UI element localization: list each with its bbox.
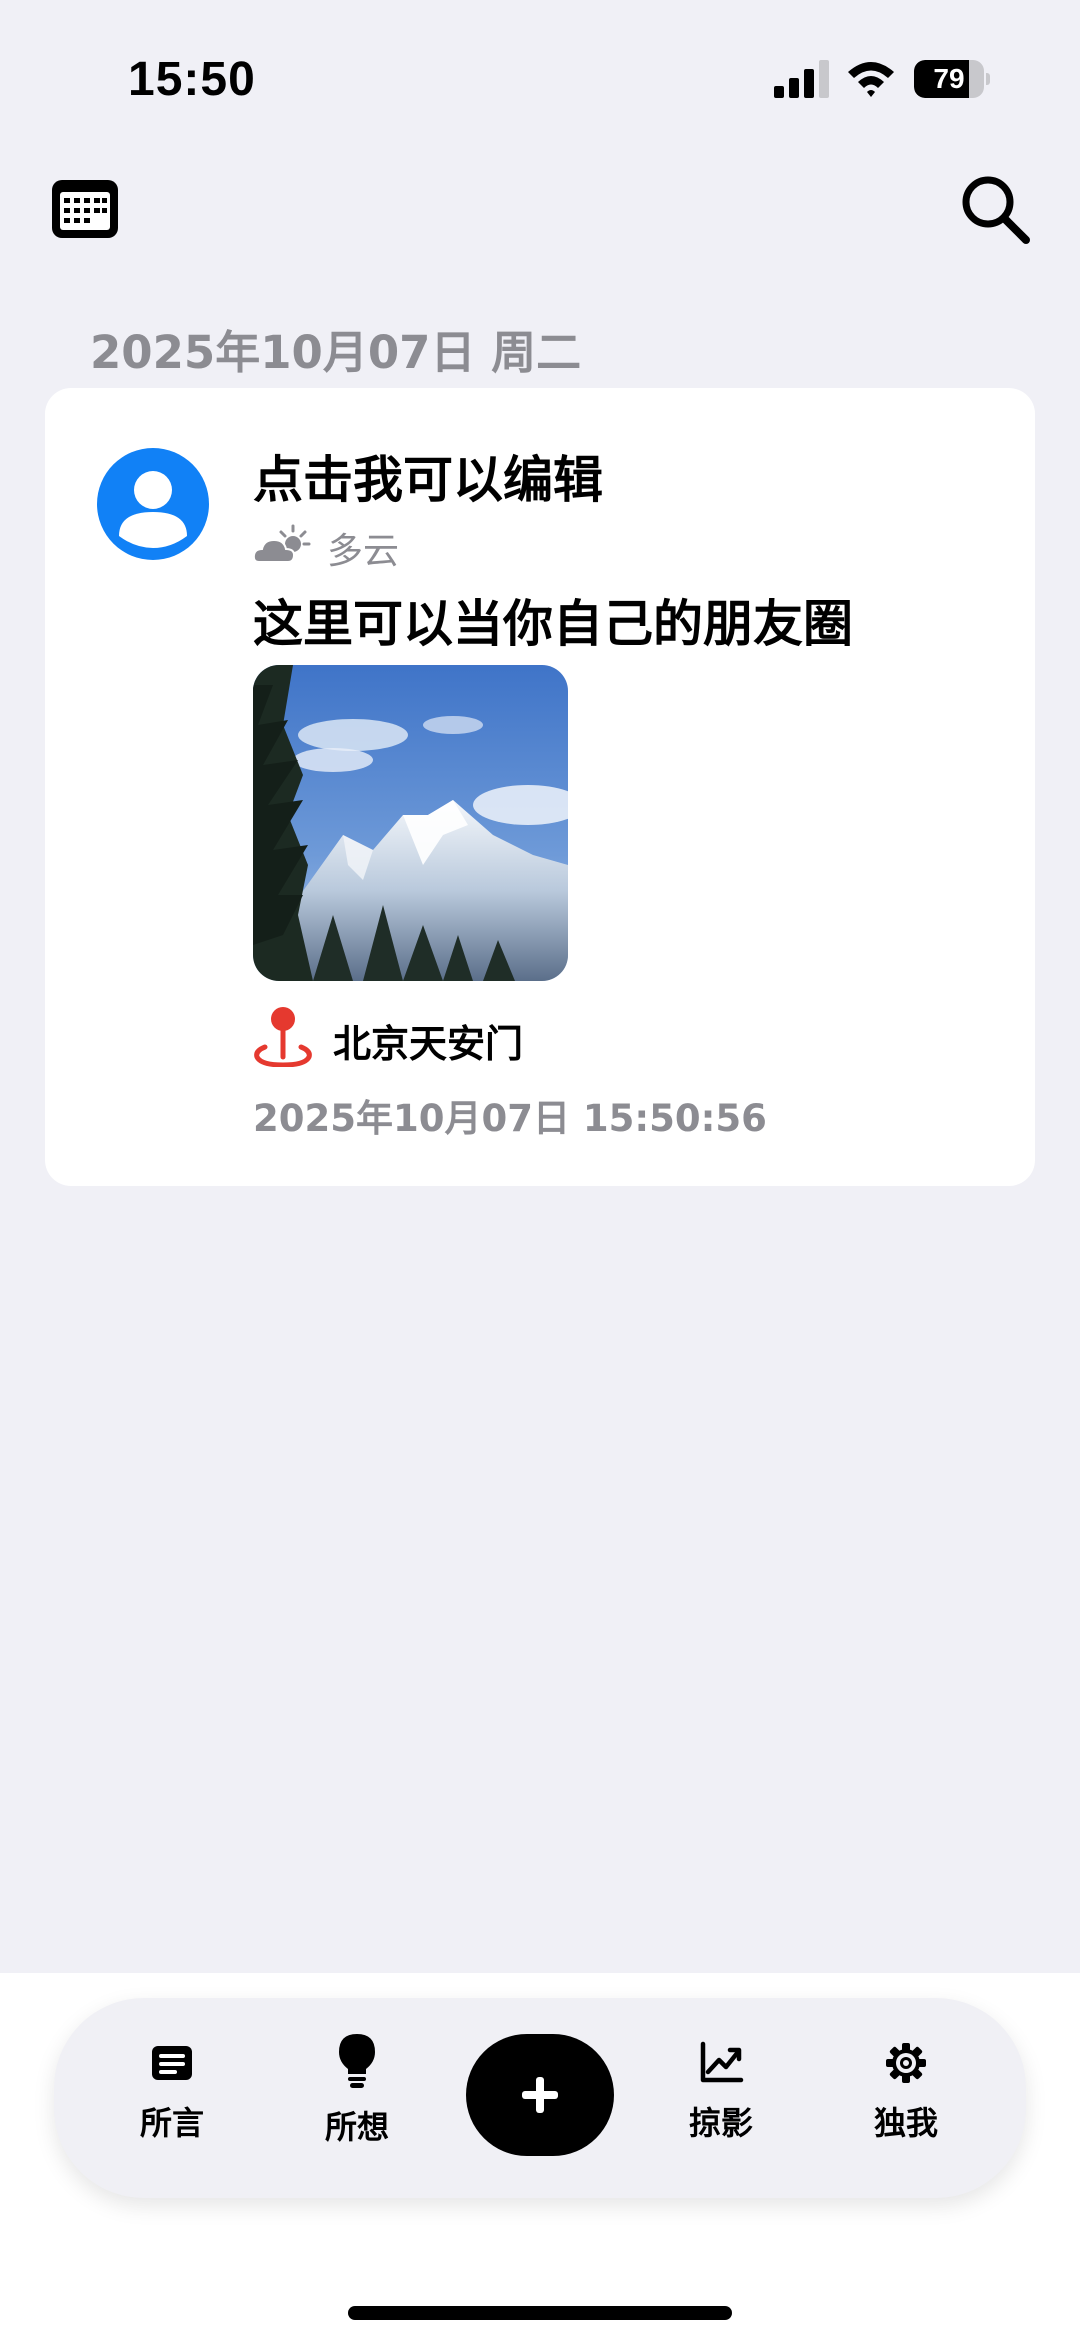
entry-title[interactable]: 点击我可以编辑 (253, 440, 603, 512)
tab-label: 所言 (139, 2104, 204, 2142)
wifi-icon (848, 62, 894, 97)
battery-indicator: 79 (914, 60, 990, 98)
weather-label: 多云 (327, 531, 400, 572)
gear-icon (886, 2043, 926, 2083)
add-entry-button[interactable] (466, 2034, 614, 2156)
status-bar: 15:50 79 (0, 0, 1080, 150)
map-pin-icon (254, 1007, 312, 1067)
tab-thoughts[interactable]: 所想 (297, 2032, 417, 2162)
status-time: 15:50 (128, 53, 256, 106)
tab-label: 独我 (873, 2104, 938, 2142)
search-icon[interactable] (958, 172, 1032, 246)
snow-mountain-photo[interactable] (253, 665, 568, 981)
chart-line-icon (700, 2041, 744, 2083)
entry-timestamp: 2025年10月07日 15:50:56 (253, 1097, 767, 1140)
location-label: 北京天安门 (333, 1022, 524, 1066)
lightbulb-icon (339, 2034, 375, 2088)
tab-note[interactable]: 所言 (112, 2038, 232, 2168)
person-avatar-icon[interactable] (97, 448, 209, 560)
plus-icon (522, 2077, 558, 2113)
calendar-icon[interactable] (50, 174, 120, 240)
tab-label: 掠影 (688, 2104, 753, 2142)
tab-label: 所想 (324, 2108, 389, 2146)
home-indicator (348, 2306, 732, 2320)
battery-percent: 79 (933, 63, 965, 94)
date-header: 2025年10月07日 周二 (90, 326, 582, 379)
app-screen: 15:50 79 2025年10月07日 周二 点击我可以编辑 多云 这里可以当… (0, 0, 1080, 2341)
tab-myself[interactable]: 独我 (846, 2038, 966, 2168)
note-icon (152, 2046, 192, 2080)
partly-cloudy-icon (253, 524, 311, 563)
cellular-signal-icon (774, 60, 829, 98)
tab-glimpses[interactable]: 掠影 (661, 2038, 781, 2168)
entry-body[interactable]: 这里可以当你自己的朋友圈 (253, 584, 853, 656)
